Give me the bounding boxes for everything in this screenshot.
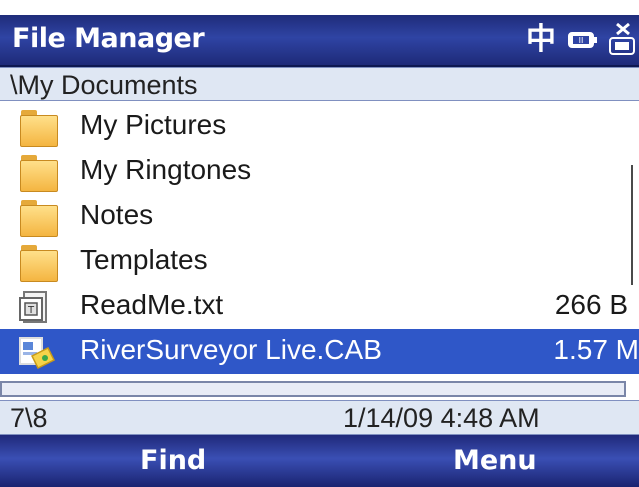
folder-icon: [18, 109, 58, 147]
app-title: File Manager: [12, 23, 205, 54]
list-item-notes[interactable]: Notes: [0, 194, 628, 239]
title-bar: File Manager 中 II: [0, 15, 639, 67]
text-file-icon: T: [18, 289, 58, 327]
list-item-my-ringtones[interactable]: My Ringtones: [0, 149, 628, 194]
file-name: My Ringtones: [80, 154, 252, 185]
folder-icon: [18, 244, 58, 282]
path-bar: \My Documents: [0, 67, 639, 101]
list-item-templates[interactable]: Templates: [0, 239, 628, 284]
ime-indicator-icon[interactable]: 中: [523, 20, 559, 60]
file-timestamp: 1/14/09 4:48 AM: [343, 403, 540, 433]
list-item-my-pictures[interactable]: My Pictures: [0, 104, 628, 149]
status-bar: 7\8 1/14/09 4:48 AM: [0, 400, 639, 435]
file-size: 266 B: [554, 289, 628, 320]
cab-installer-icon: [18, 334, 58, 372]
svg-text:T: T: [27, 305, 35, 316]
item-position: 7\8: [10, 403, 48, 433]
file-name: Templates: [80, 244, 208, 275]
signal-off-icon[interactable]: [605, 22, 639, 55]
list-item-readme[interactable]: T ReadMe.txt 266 B: [0, 284, 628, 329]
horizontal-scrollbar[interactable]: [0, 381, 626, 397]
folder-icon: [18, 154, 58, 192]
file-name: Notes: [80, 199, 154, 230]
current-path: \My Documents: [10, 70, 198, 100]
list-item-riversurveyor-cab[interactable]: RiverSurveyor Live.CAB 1.57 M: [0, 329, 639, 374]
find-softkey[interactable]: Find: [140, 445, 206, 476]
vertical-scrollbar[interactable]: [631, 165, 639, 285]
file-name: RiverSurveyor Live.CAB: [80, 334, 382, 365]
file-size: 1.57 M: [553, 334, 639, 365]
softkey-bar: Find Menu: [0, 435, 639, 487]
battery-icon[interactable]: II: [565, 25, 599, 55]
svg-text:II: II: [579, 36, 584, 45]
file-name: ReadMe.txt: [80, 289, 224, 320]
menu-softkey[interactable]: Menu: [453, 445, 537, 476]
file-list: My Pictures My Ringtones Notes Templates…: [0, 104, 639, 394]
folder-icon: [18, 199, 58, 237]
status-icons: 中 II: [523, 19, 639, 61]
file-name: My Pictures: [80, 109, 227, 140]
